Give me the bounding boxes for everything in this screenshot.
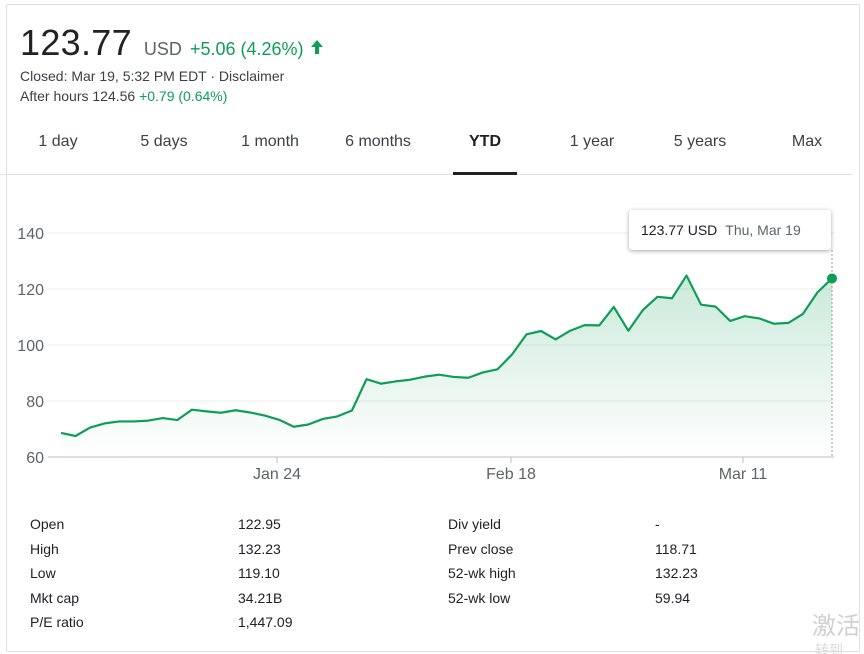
y-tick-label: 100: [17, 338, 44, 355]
stat-value: 34.21B: [238, 589, 283, 606]
y-tick-label: 60: [26, 450, 44, 467]
stats-left: Open 122.95 High 132.23 Low 119.10 Mkt c…: [30, 514, 410, 637]
stat-value: 59.94: [655, 589, 691, 606]
stat-value: 132.23: [655, 565, 698, 581]
hover-point: [827, 273, 837, 284]
stat-open: Open 122.95: [30, 514, 410, 539]
stat-key: Prev close: [448, 540, 514, 557]
stat-value: -: [655, 516, 660, 532]
stat-value: 122.95: [238, 516, 281, 532]
stat-value: 1,447.09: [238, 614, 293, 630]
x-tick-label: Mar 11: [719, 466, 768, 483]
stat-key: Mkt cap: [30, 589, 80, 606]
stat-key: P/E ratio: [30, 614, 84, 630]
stat-key: Low: [30, 565, 56, 581]
stat-key: High: [30, 540, 59, 557]
stat-52wk-high: 52-wk high 132.23: [448, 563, 828, 588]
stat-key: 52-wk high: [448, 565, 516, 581]
stat-mkt-cap: Mkt cap 34.21B: [30, 588, 410, 613]
stat-52wk-low: 52-wk low 59.94: [448, 588, 828, 613]
chart-tooltip: 123.77 USD Thu, Mar 19: [629, 210, 831, 250]
x-tick-label: Feb 18: [486, 466, 536, 483]
stat-key: Open: [30, 516, 65, 532]
stat-value: 132.23: [238, 540, 281, 557]
tooltip-date: Thu, Mar 19: [725, 222, 801, 238]
x-tick-label: Jan 24: [253, 466, 301, 483]
activation-watermark-sub: 转到: [815, 642, 843, 654]
stat-low: Low 119.10: [30, 563, 410, 588]
y-tick-label: 120: [17, 282, 44, 299]
stat-value: 119.10: [238, 565, 280, 581]
stat-div-yield: Div yield -: [448, 514, 828, 539]
stat-value: 118.71: [655, 540, 697, 557]
stats-right: Div yield - Prev close 118.71 52-wk high…: [448, 514, 828, 612]
stat-pe-ratio: P/E ratio 1,447.09: [30, 612, 410, 637]
stat-prev-close: Prev close 118.71: [448, 539, 828, 564]
tooltip-value: 123.77 USD: [641, 222, 718, 238]
activation-watermark: 激活: [812, 613, 860, 640]
stat-key: 52-wk low: [448, 589, 511, 606]
stat-high: High 132.23: [30, 539, 410, 564]
y-tick-label: 80: [26, 394, 44, 411]
y-tick-label: 140: [17, 226, 44, 243]
series-area: [61, 275, 832, 457]
stat-key: Div yield: [448, 516, 501, 532]
